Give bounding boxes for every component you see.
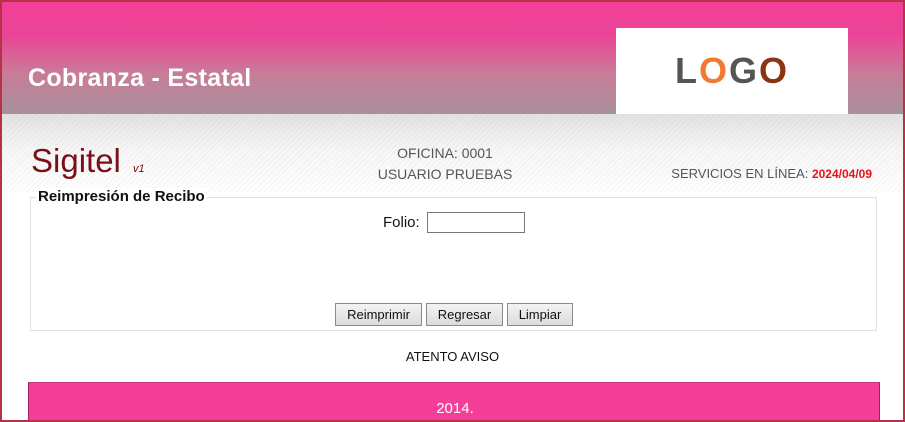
- logo-letter-l: L: [674, 50, 699, 91]
- brand-name: Sigitel: [31, 142, 121, 179]
- footer: 2014.: [28, 382, 880, 420]
- logo-text: LOGO: [616, 50, 848, 92]
- services-label: SERVICIOS EN LÍNEA:: [671, 166, 809, 181]
- app-title: Cobranza - Estatal: [28, 64, 252, 92]
- services-date: 2024/04/09: [811, 167, 872, 181]
- page-frame: Cobranza - Estatal LOGO Sigitel v1 OFICI…: [0, 0, 905, 422]
- folio-input[interactable]: [427, 212, 525, 233]
- office-label: OFICINA: 0001: [397, 145, 493, 161]
- clear-button[interactable]: Limpiar: [507, 303, 573, 326]
- version-label: v1: [133, 163, 145, 175]
- header-banner: Cobranza - Estatal LOGO: [2, 2, 903, 114]
- folio-label: Folio:: [383, 214, 420, 231]
- logo-letter-g: G: [728, 50, 759, 91]
- footer-text: 2014.: [436, 400, 474, 417]
- back-button[interactable]: Regresar: [426, 303, 503, 326]
- services-status: SERVICIOS EN LÍNEA: 2024/04/09: [562, 166, 872, 181]
- user-label: USUARIO PRUEBAS: [377, 166, 513, 182]
- notice-text: ATENTO AVISO: [405, 349, 500, 364]
- logo: LOGO: [616, 28, 848, 114]
- logo-letter-o2: O: [759, 50, 790, 91]
- logo-letter-o1: O: [698, 50, 729, 91]
- panel-legend: Reimpresión de Recibo: [36, 188, 207, 205]
- reprint-button[interactable]: Reimprimir: [335, 303, 422, 326]
